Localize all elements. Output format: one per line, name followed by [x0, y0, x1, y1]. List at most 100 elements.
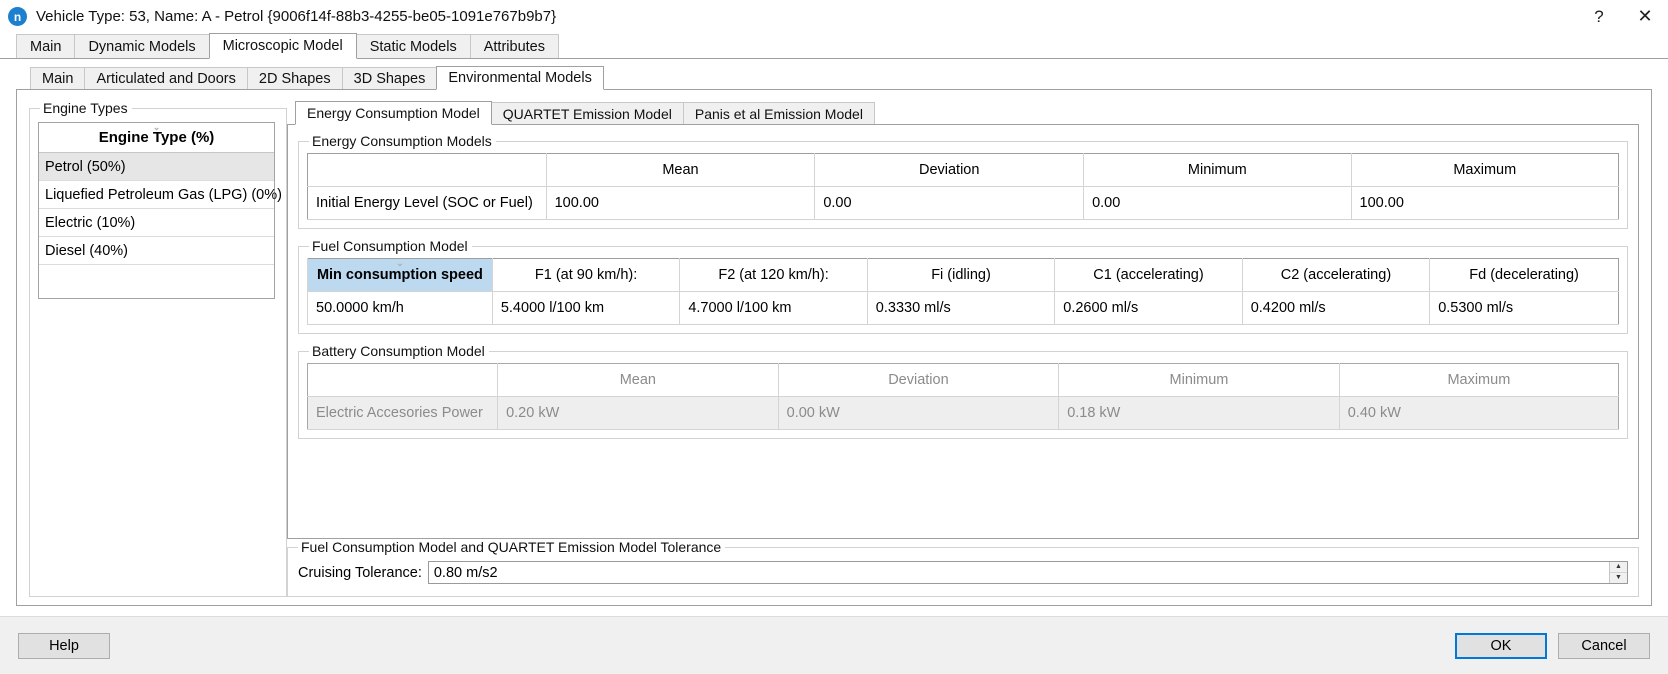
fuel-col-min-consumption-speed-label: Min consumption speed [316, 267, 483, 283]
title-bar: n Vehicle Type: 53, Name: A - Petrol {90… [0, 0, 1668, 33]
cell-f1[interactable]: 5.4000 l/100 km [491, 291, 681, 325]
subtab-environmental-models[interactable]: Environmental Models [436, 66, 604, 90]
fuel-col-f1[interactable]: F1 (at 90 km/h): [491, 258, 681, 292]
app-icon: n [8, 7, 27, 26]
energy-consumption-table[interactable]: Mean Deviation Minimum Maximum Initial E… [307, 153, 1619, 220]
model-tabstrip: Energy Consumption Model QUARTET Emissio… [287, 100, 1639, 125]
cell-c1[interactable]: 0.2600 ml/s [1054, 291, 1243, 325]
tab-main[interactable]: Main [16, 34, 76, 58]
table-header-row: Mean Deviation Minimum Maximum [307, 363, 1619, 397]
energy-consumption-models-title: Energy Consumption Models [312, 133, 492, 149]
list-item[interactable]: Petrol (50%) [39, 153, 274, 181]
tab-attributes[interactable]: Attributes [469, 34, 559, 58]
row-label-initial-energy-level: Initial Energy Level (SOC or Fuel) [307, 186, 547, 220]
cell-electric-accesories-mean: 0.20 kW [497, 396, 779, 430]
spinner-buttons: ▲ ▼ [1609, 562, 1627, 583]
fuel-col-fi[interactable]: Fi (idling) [866, 258, 1056, 292]
list-item[interactable]: Diesel (40%) [39, 237, 274, 265]
list-item[interactable]: Electric (10%) [39, 209, 274, 237]
tab-energy-consumption-model[interactable]: Energy Consumption Model [295, 101, 492, 125]
footer-actions: OK Cancel [1455, 632, 1650, 659]
tolerance-group-title: Fuel Consumption Model and QUARTET Emiss… [301, 539, 722, 555]
help-button[interactable]: Help [18, 632, 110, 659]
microscopic-model-panel: Main Articulated and Doors 2D Shapes 3D … [0, 59, 1668, 616]
cell-c2[interactable]: 0.4200 ml/s [1241, 291, 1431, 325]
cell-initial-energy-maximum[interactable]: 100.00 [1350, 186, 1619, 220]
engine-type-label: Petrol (50%) [45, 158, 126, 175]
cruising-tolerance-input[interactable] [428, 562, 1609, 583]
subtab-main[interactable]: Main [30, 67, 86, 89]
energy-col-maximum[interactable]: Maximum [1350, 153, 1619, 187]
battery-col-blank [307, 363, 499, 397]
fuel-col-fd[interactable]: Fd (decelerating) [1429, 258, 1619, 292]
subtab-2d-shapes[interactable]: 2D Shapes [246, 67, 343, 89]
fuel-col-c1[interactable]: C1 (accelerating) [1054, 258, 1243, 292]
close-icon[interactable]: ✕ [1622, 0, 1668, 33]
environmental-models-panel: Engine Types ⌄ Engine Type (%) Petrol (5… [16, 89, 1652, 606]
table-row[interactable]: Initial Energy Level (SOC or Fuel) 100.0… [307, 186, 1619, 220]
window-title: Vehicle Type: 53, Name: A - Petrol {9006… [36, 8, 557, 25]
tab-microscopic-model[interactable]: Microscopic Model [208, 33, 357, 59]
list-item-empty[interactable] [39, 265, 274, 298]
inner-tabstrip: Main Articulated and Doors 2D Shapes 3D … [16, 65, 1652, 90]
engine-types-group: Engine Types ⌄ Engine Type (%) Petrol (5… [29, 100, 287, 597]
emission-models-column: Energy Consumption Model QUARTET Emissio… [287, 100, 1639, 597]
dialog-window: n Vehicle Type: 53, Name: A - Petrol {90… [0, 0, 1668, 674]
cell-f2[interactable]: 4.7000 l/100 km [679, 291, 868, 325]
fuel-col-c2[interactable]: C2 (accelerating) [1241, 258, 1431, 292]
battery-col-deviation: Deviation [777, 363, 1060, 397]
tab-static-models[interactable]: Static Models [355, 34, 471, 58]
fuel-col-f2[interactable]: F2 (at 120 km/h): [679, 258, 868, 292]
battery-col-maximum: Maximum [1338, 363, 1619, 397]
row-label-electric-accesories-power: Electric Accesories Power [307, 396, 499, 430]
spinner-down-icon[interactable]: ▼ [1610, 572, 1627, 583]
subtab-articulated-and-doors[interactable]: Articulated and Doors [84, 67, 248, 89]
cell-electric-accesories-minimum: 0.18 kW [1058, 396, 1340, 430]
tolerance-group: Fuel Consumption Model and QUARTET Emiss… [287, 539, 1639, 597]
cruising-tolerance-spinner[interactable]: ▲ ▼ [427, 561, 1628, 584]
chevron-down-icon: ⌄ [396, 258, 404, 268]
dialog-footer: Help OK Cancel [0, 616, 1668, 674]
cell-initial-energy-minimum[interactable]: 0.00 [1083, 186, 1352, 220]
cruising-tolerance-label: Cruising Tolerance: [298, 564, 422, 581]
engine-types-group-title: Engine Types [43, 100, 128, 116]
engine-type-label: Liquefied Petroleum Gas (LPG) (0%) [45, 186, 282, 203]
cell-initial-energy-deviation[interactable]: 0.00 [814, 186, 1085, 220]
battery-consumption-table: Mean Deviation Minimum Maximum Electric … [307, 363, 1619, 430]
fuel-consumption-table[interactable]: ⌄ Min consumption speed F1 (at 90 km/h):… [307, 258, 1619, 325]
cell-electric-accesories-maximum: 0.40 kW [1338, 396, 1619, 430]
cancel-button[interactable]: Cancel [1558, 632, 1650, 659]
fuel-col-min-consumption-speed[interactable]: ⌄ Min consumption speed [307, 258, 493, 292]
engine-type-list[interactable]: ⌄ Engine Type (%) Petrol (50%) Liquefied… [38, 122, 282, 299]
tab-dynamic-models[interactable]: Dynamic Models [74, 34, 210, 58]
engine-type-column-header[interactable]: ⌄ Engine Type (%) [39, 123, 274, 153]
subtab-3d-shapes[interactable]: 3D Shapes [341, 67, 438, 89]
energy-col-deviation[interactable]: Deviation [814, 153, 1085, 187]
energy-col-mean[interactable]: Mean [545, 153, 816, 187]
battery-consumption-model-title: Battery Consumption Model [312, 343, 485, 359]
outer-tabstrip: Main Dynamic Models Microscopic Model St… [0, 33, 1668, 59]
tab-quartet-emission-model[interactable]: QUARTET Emission Model [490, 102, 684, 124]
battery-col-minimum: Minimum [1058, 363, 1340, 397]
cell-fi[interactable]: 0.3330 ml/s [866, 291, 1056, 325]
content-row: Engine Types ⌄ Engine Type (%) Petrol (5… [29, 100, 1639, 597]
energy-col-minimum[interactable]: Minimum [1083, 153, 1352, 187]
list-item[interactable]: Liquefied Petroleum Gas (LPG) (0%) [39, 181, 282, 209]
table-header-row: Mean Deviation Minimum Maximum [307, 153, 1619, 187]
energy-col-blank [307, 153, 547, 187]
cell-min-consumption-speed[interactable]: 50.0000 km/h [307, 291, 493, 325]
spinner-up-icon[interactable]: ▲ [1610, 562, 1627, 573]
table-row[interactable]: 50.0000 km/h 5.4000 l/100 km 4.7000 l/10… [307, 291, 1619, 325]
fuel-consumption-model-title: Fuel Consumption Model [312, 238, 468, 254]
cell-electric-accesories-deviation: 0.00 kW [777, 396, 1060, 430]
tab-panis-et-al-emission-model[interactable]: Panis et al Emission Model [682, 102, 875, 124]
energy-consumption-model-panel: Energy Consumption Models Mean Deviation… [287, 124, 1639, 539]
battery-col-mean: Mean [497, 363, 779, 397]
help-icon[interactable]: ? [1576, 0, 1622, 33]
window-controls: ? ✕ [1576, 0, 1668, 33]
engine-type-label: Electric (10%) [45, 214, 136, 231]
cell-initial-energy-mean[interactable]: 100.00 [545, 186, 816, 220]
cell-fd[interactable]: 0.5300 ml/s [1429, 291, 1619, 325]
ok-button[interactable]: OK [1455, 632, 1547, 659]
